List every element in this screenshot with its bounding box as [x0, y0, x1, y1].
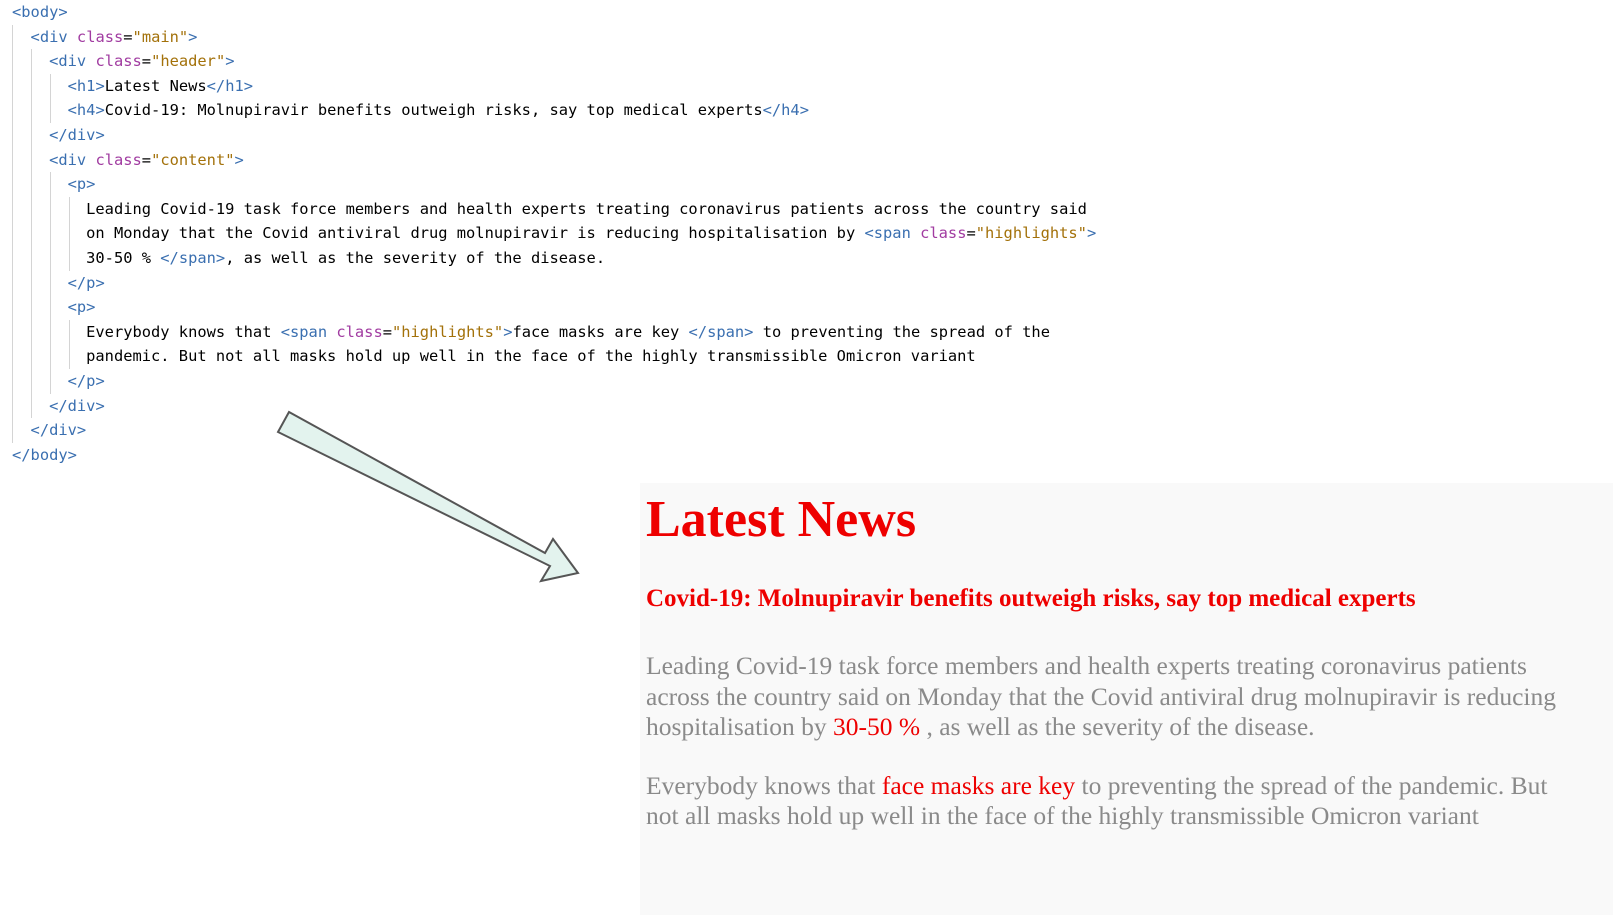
- code-line: 30-50 % </span>, as well as the severity…: [12, 245, 1096, 271]
- code-line: <div class="header">: [12, 49, 1096, 74]
- article-headline: Covid-19: Molnupiravir benefits outweigh…: [646, 585, 1416, 612]
- arrow-down-right-icon: [276, 410, 580, 583]
- code-line: </p>: [12, 368, 1096, 394]
- highlight-text: face masks are key: [881, 770, 1082, 800]
- article-paragraph: Everybody knows that face masks are key …: [646, 770, 1548, 831]
- code-line: <h4>Covid-19: Molnupiravir benefits outw…: [12, 98, 1096, 123]
- code-line: <body>: [12, 3, 68, 21]
- highlight-text: 30-50 %: [833, 712, 927, 741]
- code-line: pandemic. But not all masks hold up well…: [12, 344, 1096, 369]
- article-content: Leading Covid-19 task force members and …: [646, 651, 1576, 860]
- rendered-preview: Latest News Covid-19: Molnupiravir benef…: [640, 483, 1613, 915]
- code-line: <p>: [12, 172, 1096, 197]
- article-paragraph: Leading Covid-19 task force members and …: [646, 651, 1557, 741]
- code-line: <div class="main">: [12, 24, 1096, 50]
- code-line: </p>: [12, 270, 1096, 296]
- code-line: </div>: [12, 122, 1096, 148]
- code-line: <h1>Latest News</h1>: [12, 73, 1096, 99]
- page-title: Latest News: [646, 491, 917, 548]
- code-line: Everybody knows that <span class="highli…: [12, 319, 1096, 345]
- code-line: on Monday that the Covid antiviral drug …: [12, 221, 1096, 246]
- code-editor: <body> <div class="main"> <div class="he…: [12, 0, 1096, 467]
- code-line: Leading Covid-19 task force members and …: [12, 196, 1096, 222]
- code-line: <p>: [12, 295, 1096, 320]
- code-line: <div class="content">: [12, 147, 1096, 173]
